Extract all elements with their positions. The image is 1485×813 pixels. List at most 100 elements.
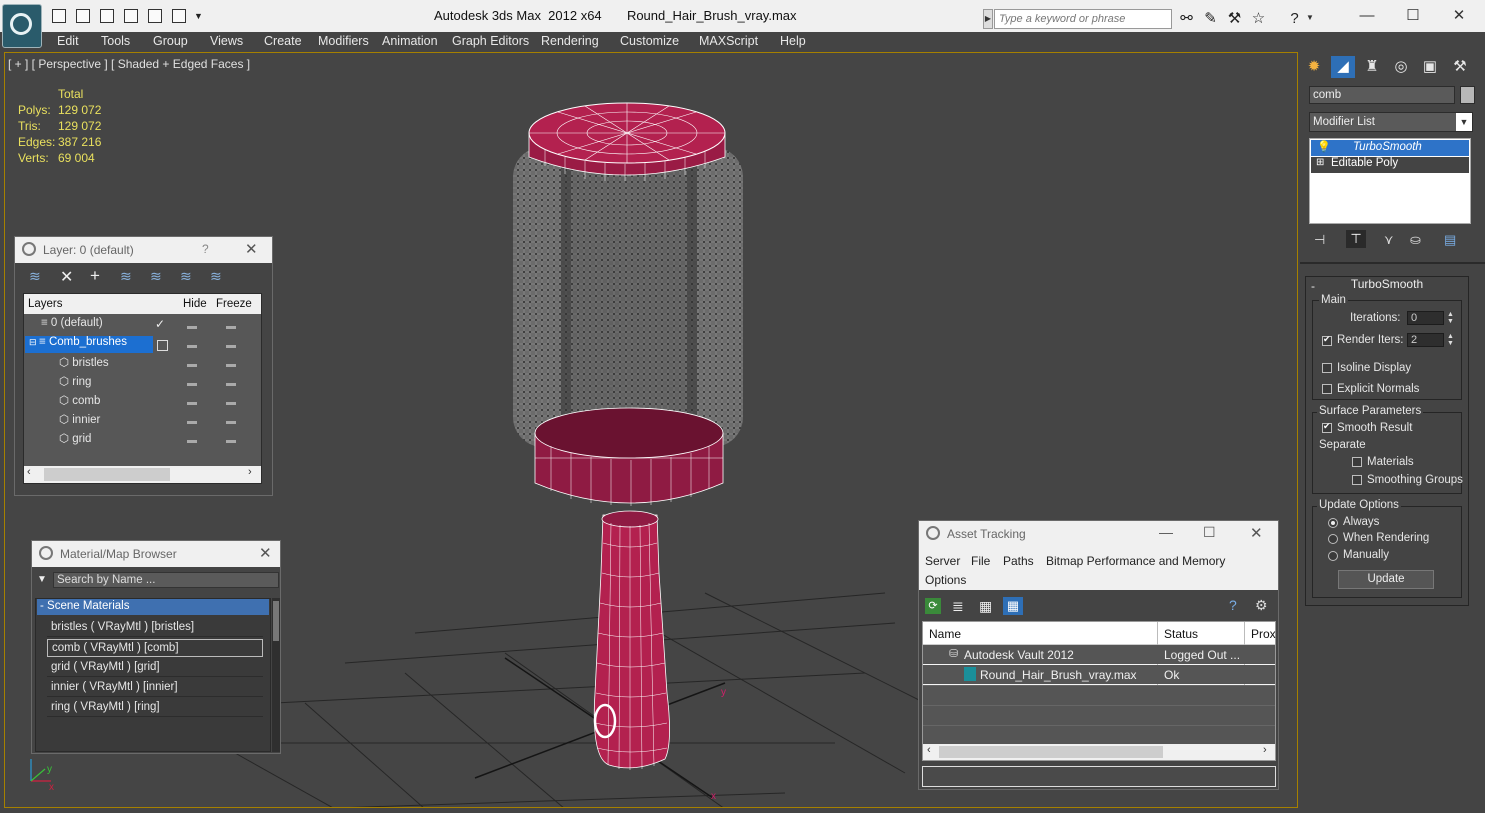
asset-maximize-button[interactable]: ☐	[1203, 524, 1216, 541]
material-item[interactable]: grid ( VRayMtl ) [grid]	[47, 659, 263, 677]
layer-window-help-button[interactable]: ?	[202, 242, 209, 256]
render-iters-spinner[interactable]: 2	[1407, 333, 1444, 347]
menu-group[interactable]: Group	[153, 34, 188, 48]
menu-create[interactable]: Create	[264, 34, 302, 48]
subscription-center-icon[interactable]: ⚒	[1226, 10, 1243, 27]
layer-window-titlebar[interactable]: Layer: 0 (default) ? ✕	[15, 237, 272, 263]
update-manually-radio[interactable]	[1328, 551, 1338, 561]
app-menu-button[interactable]	[2, 4, 42, 48]
menu-help[interactable]: Help	[780, 34, 806, 48]
help-icon[interactable]: ?	[1286, 10, 1303, 27]
scroll-right-icon[interactable]: ›	[1263, 744, 1267, 756]
browser-options-icon[interactable]: ▼	[37, 574, 47, 585]
hide-toggles[interactable]: ▬ ▬ ▬ ▬ ▬ ▬ ▬	[187, 317, 197, 450]
utilities-tab-icon[interactable]: ⚒	[1448, 56, 1472, 78]
modifier-list-dropdown[interactable]: Modifier List	[1309, 112, 1473, 132]
asset-menu-paths[interactable]: Paths	[1003, 554, 1034, 568]
material-item[interactable]: ring ( VRayMtl ) [ring]	[47, 699, 263, 717]
material-browser-close-button[interactable]: ✕	[259, 544, 272, 562]
freeze-column-header[interactable]: Freeze	[216, 298, 252, 310]
material-browser-titlebar[interactable]: Material/Map Browser ✕	[32, 541, 280, 567]
object-row-innier[interactable]: ⬡ innier	[59, 412, 100, 431]
asset-minimize-button[interactable]: —	[1159, 524, 1173, 540]
minimize-button[interactable]: —	[1344, 6, 1390, 26]
isoline-display-checkbox[interactable]	[1322, 363, 1332, 373]
expand-plus-icon[interactable]: ⊞	[1316, 157, 1324, 168]
communication-center-icon[interactable]: ✎	[1202, 10, 1219, 27]
menu-views[interactable]: Views	[210, 34, 243, 48]
configure-modifier-sets-icon[interactable]: ▤	[1444, 232, 1456, 248]
layers-column-header[interactable]: Layers	[28, 298, 63, 310]
asset-status-column[interactable]: Status	[1164, 627, 1198, 641]
list-view-icon[interactable]: ≣	[952, 598, 964, 615]
scroll-left-icon[interactable]: ‹	[27, 466, 31, 478]
select-objects-icon[interactable]: ≋	[120, 268, 132, 285]
make-active-layer-box[interactable]	[157, 340, 168, 351]
material-scroll-thumb[interactable]	[273, 601, 279, 641]
pin-stack-icon[interactable]: ⊣	[1314, 232, 1325, 248]
modifier-lightbulb-icon[interactable]: 💡	[1317, 140, 1331, 153]
collapse-icon[interactable]: ⊟	[29, 337, 39, 347]
iterations-spinner-arrows[interactable]: ▲ ▼	[1446, 311, 1455, 325]
layer-row-default[interactable]: ≡ 0 (default)	[41, 317, 103, 336]
asset-menu-bitmap-performance[interactable]: Bitmap Performance and Memory	[1046, 554, 1225, 568]
scroll-left-icon[interactable]: ‹	[927, 744, 931, 756]
delete-layer-icon[interactable]: ✕	[60, 267, 73, 287]
undo-button[interactable]	[124, 9, 138, 23]
motion-tab-icon[interactable]: ◎	[1389, 56, 1413, 78]
redo-button[interactable]	[148, 9, 162, 23]
asset-menu-options[interactable]: Options	[925, 573, 966, 587]
layer-window-close-button[interactable]: ✕	[245, 240, 258, 258]
asset-path-field[interactable]	[922, 766, 1276, 787]
asset-scroll-thumb[interactable]	[939, 746, 1163, 758]
scene-materials-group[interactable]: - Scene Materials	[37, 599, 269, 615]
hide-column-header[interactable]: Hide	[183, 298, 207, 310]
material-item[interactable]: bristles ( VRayMtl ) [bristles]	[47, 619, 263, 637]
menu-animation[interactable]: Animation	[382, 34, 438, 48]
viewport-label[interactable]: [ + ] [ Perspective ] [ Shaded + Edged F…	[8, 57, 250, 71]
favorites-star-icon[interactable]: ☆	[1250, 10, 1267, 27]
menu-edit[interactable]: Edit	[57, 34, 79, 48]
layer-scroll-thumb[interactable]	[44, 468, 170, 481]
stack-item-turbosmooth[interactable]: TurboSmooth	[1353, 141, 1422, 153]
layer-row-comb-brushes[interactable]: ⊟ ≡ Comb_brushes	[29, 336, 127, 355]
object-row-grid[interactable]: ⬡ grid	[59, 431, 91, 450]
refresh-icon[interactable]: ⟳	[925, 598, 941, 614]
explicit-normals-checkbox[interactable]	[1322, 384, 1332, 394]
create-tab-icon[interactable]: ✹	[1302, 56, 1326, 78]
search-expand-icon[interactable]: ▶	[983, 9, 993, 29]
asset-menu-server[interactable]: Server	[925, 554, 960, 568]
asset-help-icon[interactable]: ?	[1229, 597, 1237, 613]
object-color-swatch[interactable]	[1460, 86, 1475, 104]
project-folder-button[interactable]	[172, 9, 186, 23]
asset-close-button[interactable]: ✕	[1250, 524, 1263, 542]
object-row-ring[interactable]: ⬡ ring	[59, 374, 91, 393]
update-button[interactable]: Update	[1338, 570, 1434, 589]
display-tab-icon[interactable]: ▣	[1418, 56, 1442, 78]
save-file-button[interactable]	[100, 9, 114, 23]
separate-materials-checkbox[interactable]	[1352, 457, 1362, 467]
asset-proxy-column[interactable]: Prox	[1251, 627, 1276, 641]
help-dropdown-icon[interactable]: ▼	[1306, 13, 1314, 22]
render-iters-spinner-arrows[interactable]: ▲ ▼	[1446, 333, 1455, 347]
modify-tab-icon[interactable]: ◢	[1331, 56, 1355, 78]
object-row-comb[interactable]: ⬡ comb	[59, 393, 100, 412]
iterations-spinner[interactable]: 0	[1407, 311, 1444, 325]
update-when-rendering-radio[interactable]	[1328, 534, 1338, 544]
material-item-selected[interactable]: comb ( VRayMtl ) [comb]	[47, 639, 263, 657]
show-end-result-icon[interactable]: ⊤	[1346, 230, 1366, 248]
maximize-button[interactable]: ☐	[1390, 6, 1436, 26]
menu-maxscript[interactable]: MAXScript	[699, 34, 758, 48]
asset-menu-file[interactable]: File	[971, 554, 990, 568]
menu-modifiers[interactable]: Modifiers	[318, 34, 369, 48]
stack-item-editable-poly[interactable]: Editable Poly	[1331, 157, 1398, 169]
thumbnail-view-icon[interactable]: ▦	[979, 598, 992, 615]
menu-graph-editors[interactable]: Graph Editors	[452, 34, 529, 48]
remove-modifier-icon[interactable]: ⛀	[1410, 232, 1421, 248]
menu-customize[interactable]: Customize	[620, 34, 679, 48]
material-search-input[interactable]: Search by Name ...	[53, 572, 279, 588]
table-view-icon[interactable]: ▦	[1003, 597, 1023, 615]
scroll-right-icon[interactable]: ›	[248, 466, 252, 478]
asset-name-column[interactable]: Name	[929, 627, 961, 641]
hierarchy-tab-icon[interactable]: ♜	[1360, 56, 1384, 78]
